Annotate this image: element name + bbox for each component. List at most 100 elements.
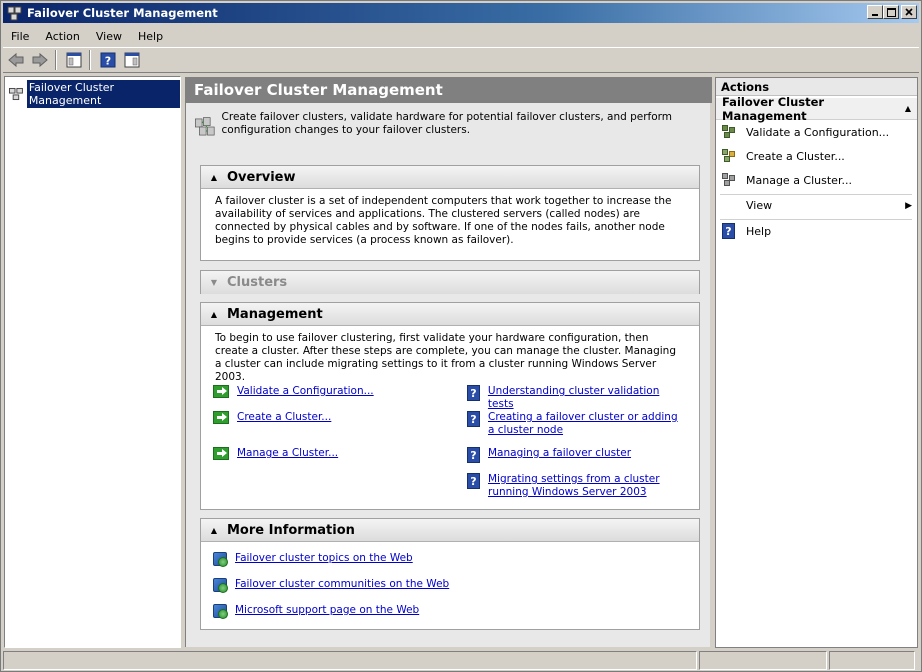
collapse-icon[interactable]: ▲ xyxy=(201,310,227,319)
help-icon: ? xyxy=(467,473,480,489)
action-label: Manage a Cluster... xyxy=(746,173,852,187)
web-link-topics[interactable]: Failover cluster topics on the Web xyxy=(213,552,413,567)
help-link-creating-cluster[interactable]: ? Creating a failover cluster or adding … xyxy=(467,411,687,437)
overview-title: Overview xyxy=(227,169,296,185)
web-globe-icon xyxy=(213,604,228,619)
arrow-right-icon xyxy=(213,385,229,398)
action-label: View xyxy=(746,199,773,212)
link-label[interactable]: Managing a failover cluster xyxy=(488,447,631,460)
help-icon: ? xyxy=(467,385,480,401)
action-manage-cluster[interactable]: Manage a Cluster... xyxy=(722,173,852,187)
minimize-button[interactable] xyxy=(867,5,883,19)
help-icon: ? xyxy=(722,223,735,239)
toolbar-separator xyxy=(89,50,91,70)
action-label: Help xyxy=(746,224,772,238)
action-label: Create a Cluster... xyxy=(746,149,845,163)
link-label[interactable]: Creating a failover cluster or adding a … xyxy=(488,411,678,437)
results-pane-header: Failover Cluster Management xyxy=(186,77,712,103)
collapse-up-icon[interactable]: ▲ xyxy=(905,104,911,113)
link-label[interactable]: Failover cluster topics on the Web xyxy=(235,552,413,565)
overview-section: ▲ Overview A failover cluster is a set o… xyxy=(200,165,700,261)
clusters-header[interactable]: ▼ Clusters xyxy=(201,271,699,294)
help-link-managing-cluster[interactable]: ? Managing a failover cluster xyxy=(467,447,687,463)
more-information-section: ▲ More Information Failover cluster topi… xyxy=(200,518,700,630)
link-label[interactable]: Migrating settings from a cluster runnin… xyxy=(488,473,684,499)
console-tree-icon xyxy=(66,52,82,68)
intro: Create failover clusters, validate hardw… xyxy=(194,111,694,143)
link-label[interactable]: Understanding cluster validation tests xyxy=(488,385,687,411)
link-label[interactable]: Validate a Configuration... xyxy=(237,385,374,398)
maximize-button[interactable] xyxy=(883,5,899,19)
results-pane-body: Create failover clusters, validate hardw… xyxy=(186,103,710,647)
web-link-communities[interactable]: Failover cluster communities on the Web xyxy=(213,578,449,593)
actions-group-header[interactable]: Failover Cluster Management ▲ xyxy=(716,94,917,123)
link-label[interactable]: Create a Cluster... xyxy=(237,411,331,424)
window-controls xyxy=(867,5,917,19)
arrow-right-icon xyxy=(213,411,229,424)
window-title: Failover Cluster Management xyxy=(27,6,218,20)
help-link-validation-tests[interactable]: ? Understanding cluster validation tests xyxy=(467,385,687,411)
menu-help[interactable]: Help xyxy=(130,30,171,43)
help-icon: ? xyxy=(467,411,480,427)
action-pane-icon xyxy=(124,52,140,68)
create-cluster-icon xyxy=(722,149,736,163)
menu-file[interactable]: File xyxy=(3,30,37,43)
page-title: Failover Cluster Management xyxy=(194,81,443,99)
management-text: To begin to use failover clustering, fir… xyxy=(215,332,676,383)
arrow-right-icon xyxy=(213,447,229,460)
menu-bar: File Action View Help xyxy=(3,26,919,46)
link-label[interactable]: Microsoft support page on the Web xyxy=(235,604,419,617)
overview-header[interactable]: ▲ Overview xyxy=(201,166,699,189)
action-help[interactable]: ? Help xyxy=(722,223,771,239)
action-validate-configuration[interactable]: Validate a Configuration... xyxy=(722,125,889,139)
forward-button[interactable] xyxy=(29,49,51,71)
web-link-support[interactable]: Microsoft support page on the Web xyxy=(213,604,419,619)
help-toolbar-button[interactable]: ? xyxy=(97,49,119,71)
actions-separator xyxy=(720,219,912,220)
toolbar-separator xyxy=(55,50,57,70)
show-hide-tree-button[interactable] xyxy=(63,49,85,71)
manage-cluster-link[interactable]: Manage a Cluster... xyxy=(213,447,338,460)
submenu-arrow-icon: ▶ xyxy=(905,200,912,211)
actions-separator xyxy=(720,194,912,195)
status-panel-tertiary xyxy=(829,651,915,670)
management-title: Management xyxy=(227,306,323,322)
management-header[interactable]: ▲ Management xyxy=(201,303,699,326)
clusters-title: Clusters xyxy=(227,275,288,290)
show-hide-action-pane-button[interactable] xyxy=(121,49,143,71)
actions-pane: Actions Failover Cluster Management ▲ Va… xyxy=(715,77,918,648)
management-section: ▲ Management To begin to use failover cl… xyxy=(200,302,700,510)
collapse-icon[interactable]: ▲ xyxy=(201,526,227,535)
action-view[interactable]: View ▶ xyxy=(722,199,912,212)
menu-view[interactable]: View xyxy=(88,30,130,43)
validate-configuration-icon xyxy=(722,125,736,139)
validate-configuration-link[interactable]: Validate a Configuration... xyxy=(213,385,374,398)
main-window: Failover Cluster Management File Action … xyxy=(0,0,922,672)
help-link-migrating-settings[interactable]: ? Migrating settings from a cluster runn… xyxy=(467,473,687,499)
action-create-cluster[interactable]: Create a Cluster... xyxy=(722,149,845,163)
menu-action[interactable]: Action xyxy=(37,30,87,43)
tree-item-label: Failover Cluster Management xyxy=(26,80,180,108)
more-information-title: More Information xyxy=(227,522,355,538)
expand-icon[interactable]: ▼ xyxy=(201,278,227,287)
failover-cluster-icon xyxy=(195,117,215,136)
close-button[interactable] xyxy=(901,5,917,19)
results-pane: Failover Cluster Management Create failo… xyxy=(185,77,712,647)
actions-pane-title: Actions xyxy=(716,78,917,96)
toolbar: ? xyxy=(3,47,919,73)
collapse-icon[interactable]: ▲ xyxy=(201,173,227,182)
link-label[interactable]: Failover cluster communities on the Web xyxy=(235,578,449,591)
back-button[interactable] xyxy=(5,49,27,71)
help-icon: ? xyxy=(467,447,480,463)
status-bar xyxy=(3,651,919,670)
web-globe-icon xyxy=(213,578,228,593)
title-bar[interactable]: Failover Cluster Management xyxy=(3,3,919,23)
create-cluster-link[interactable]: Create a Cluster... xyxy=(213,411,331,424)
overview-text: A failover cluster is a set of independe… xyxy=(215,195,672,246)
manage-cluster-icon xyxy=(722,173,736,187)
actions-group-title: Failover Cluster Management xyxy=(722,94,825,123)
more-information-header[interactable]: ▲ More Information xyxy=(201,519,699,542)
action-label: Validate a Configuration... xyxy=(746,125,890,139)
link-label[interactable]: Manage a Cluster... xyxy=(237,447,338,460)
tree-item-failover-cluster-management[interactable]: Failover Cluster Management xyxy=(9,80,180,108)
